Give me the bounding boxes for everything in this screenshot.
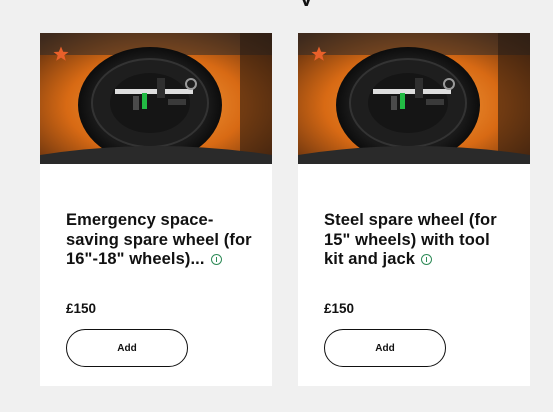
product-image[interactable]: [40, 33, 272, 164]
section-heading-partial: y: [0, 0, 553, 6]
product-title[interactable]: Emergency space-saving spare wheel (for …: [66, 211, 256, 270]
info-icon[interactable]: [421, 254, 433, 265]
info-icon[interactable]: [210, 254, 222, 265]
product-image[interactable]: [298, 33, 530, 164]
product-card: Steel spare wheel (for 15" wheels) with …: [298, 33, 530, 386]
spare-wheel-illustration: [298, 33, 530, 164]
product-title-text[interactable]: Steel spare wheel (for 15" wheels) with …: [324, 211, 497, 268]
product-price: £150: [66, 301, 97, 316]
product-card: Emergency space-saving spare wheel (for …: [40, 33, 272, 386]
heading-fragment: y: [300, 0, 312, 6]
add-button[interactable]: Add: [324, 329, 446, 367]
spare-wheel-illustration: [40, 33, 272, 164]
star-icon: [53, 46, 69, 61]
product-title-text[interactable]: Emergency space-saving spare wheel (for …: [66, 211, 252, 268]
product-price: £150: [324, 301, 355, 316]
product-title[interactable]: Steel spare wheel (for 15" wheels) with …: [324, 211, 514, 270]
add-button[interactable]: Add: [66, 329, 188, 367]
star-icon: [311, 46, 327, 61]
